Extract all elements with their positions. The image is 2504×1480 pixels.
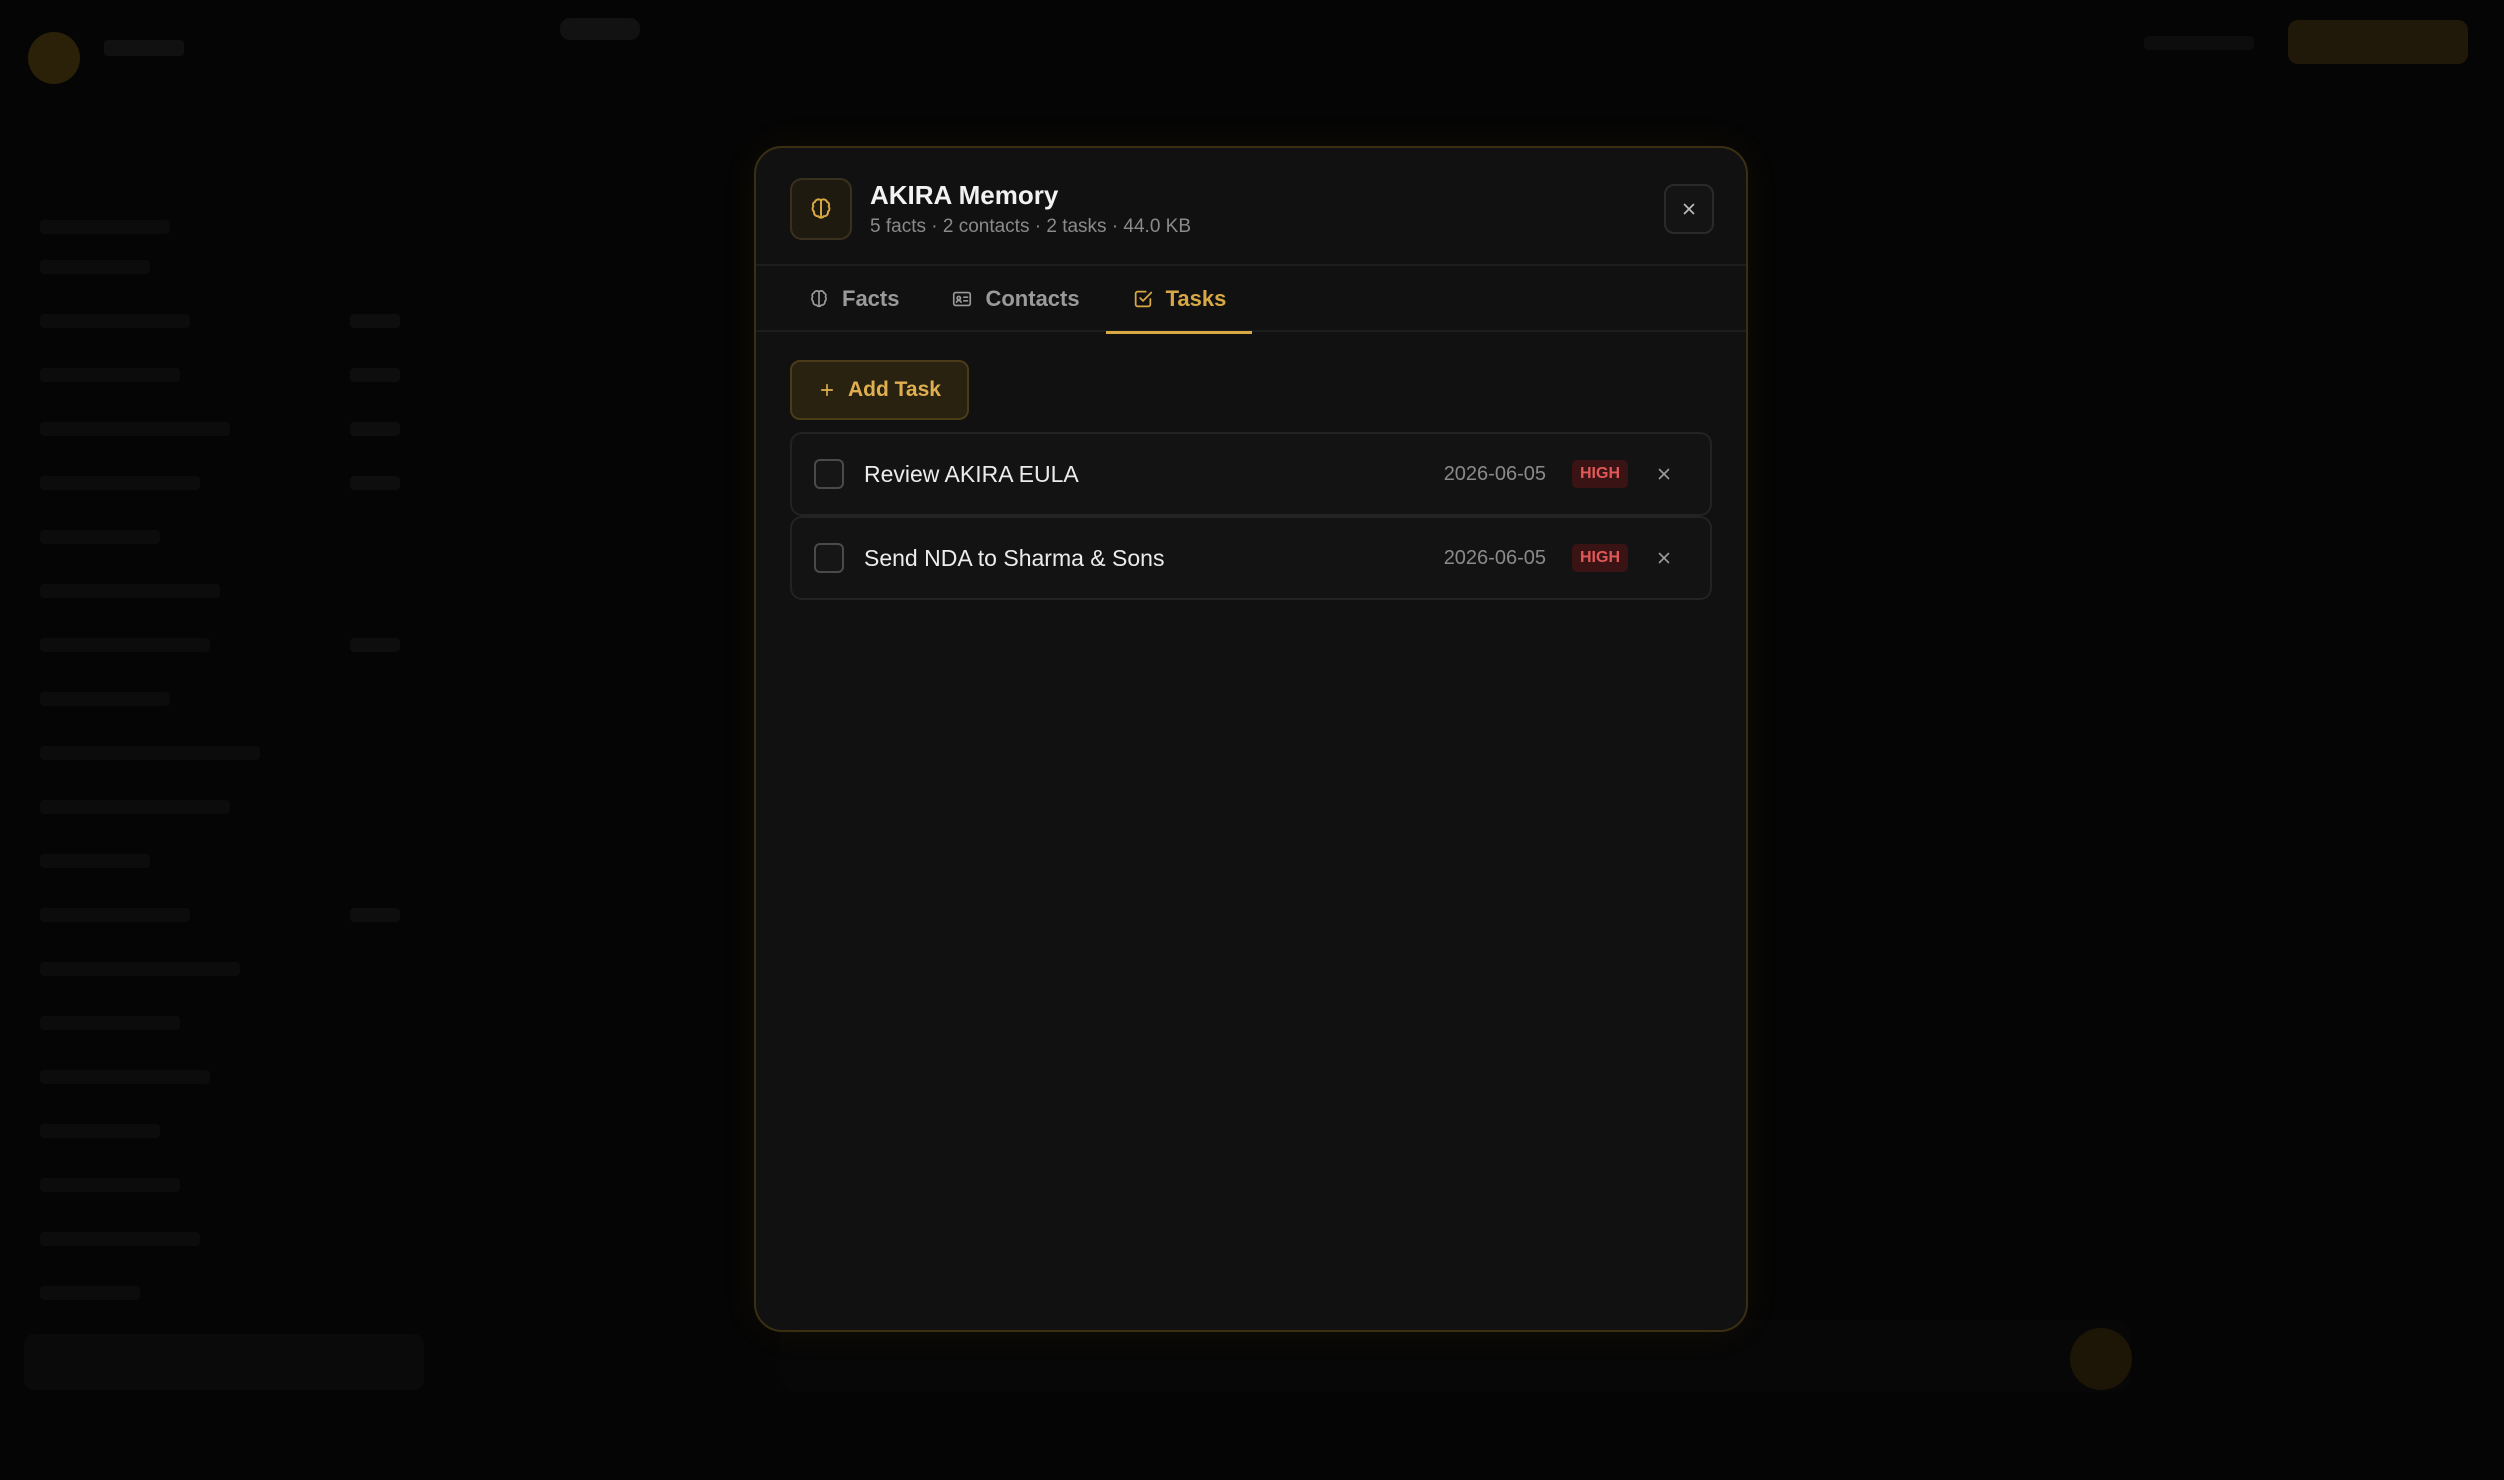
delete-task-button[interactable]	[1650, 544, 1678, 572]
background-sidebar	[0, 100, 420, 1480]
tab-tasks-label: Tasks	[1165, 286, 1227, 311]
contact-card-icon	[953, 291, 972, 307]
add-task-button[interactable]: Add Task	[790, 360, 969, 420]
background-sidebar-footer	[24, 1334, 424, 1390]
checkbox-square-icon	[1134, 290, 1152, 308]
close-button[interactable]	[1664, 184, 1714, 234]
task-due-date: 2026-06-05	[1443, 546, 1546, 569]
task-checkbox[interactable]	[814, 459, 844, 489]
header-link	[2144, 36, 2254, 50]
header-pill	[560, 18, 640, 40]
app-logo	[28, 32, 80, 84]
header-cta	[2288, 20, 2468, 64]
modal-subtitle: 5 facts · 2 contacts · 2 tasks · 44.0 KB	[870, 216, 1192, 237]
task-title: Send NDA to Sharma & Sons	[864, 544, 1165, 571]
task-item: Send NDA to Sharma & Sons 2026-06-05 HIG…	[790, 516, 1712, 600]
delete-task-button[interactable]	[1650, 460, 1678, 488]
task-due-date: 2026-06-05	[1443, 462, 1546, 485]
tab-contacts-label: Contacts	[985, 286, 1080, 311]
background-send-button	[2070, 1328, 2132, 1390]
task-list: Review AKIRA EULA 2026-06-05 HIGH Send N…	[790, 432, 1712, 600]
memory-modal: AKIRA Memory 5 facts · 2 contacts · 2 ta…	[754, 146, 1748, 1332]
tab-facts-label: Facts	[842, 286, 900, 311]
app-brand-placeholder	[104, 40, 184, 56]
tab-facts[interactable]: Facts	[782, 266, 925, 332]
modal-header: AKIRA Memory 5 facts · 2 contacts · 2 ta…	[756, 148, 1746, 266]
add-task-label: Add Task	[848, 378, 941, 401]
brain-icon	[811, 290, 827, 308]
task-item: Review AKIRA EULA 2026-06-05 HIGH	[790, 432, 1712, 516]
close-icon	[1658, 468, 1670, 480]
plus-icon	[820, 383, 834, 397]
priority-badge: HIGH	[1572, 460, 1628, 488]
tab-contacts[interactable]: Contacts	[925, 266, 1105, 332]
tasks-panel: Add Task Review AKIRA EULA 2026-06-05 HI…	[756, 332, 1746, 628]
tab-bar: Facts Contacts Tasks	[756, 266, 1746, 334]
priority-badge: HIGH	[1572, 544, 1628, 572]
close-icon	[1683, 203, 1695, 215]
modal-title: AKIRA Memory	[870, 180, 1059, 210]
task-checkbox[interactable]	[814, 543, 844, 573]
brain-icon	[790, 178, 852, 240]
close-icon	[1658, 552, 1670, 564]
task-title: Review AKIRA EULA	[864, 460, 1079, 487]
tab-tasks[interactable]: Tasks	[1105, 266, 1253, 334]
